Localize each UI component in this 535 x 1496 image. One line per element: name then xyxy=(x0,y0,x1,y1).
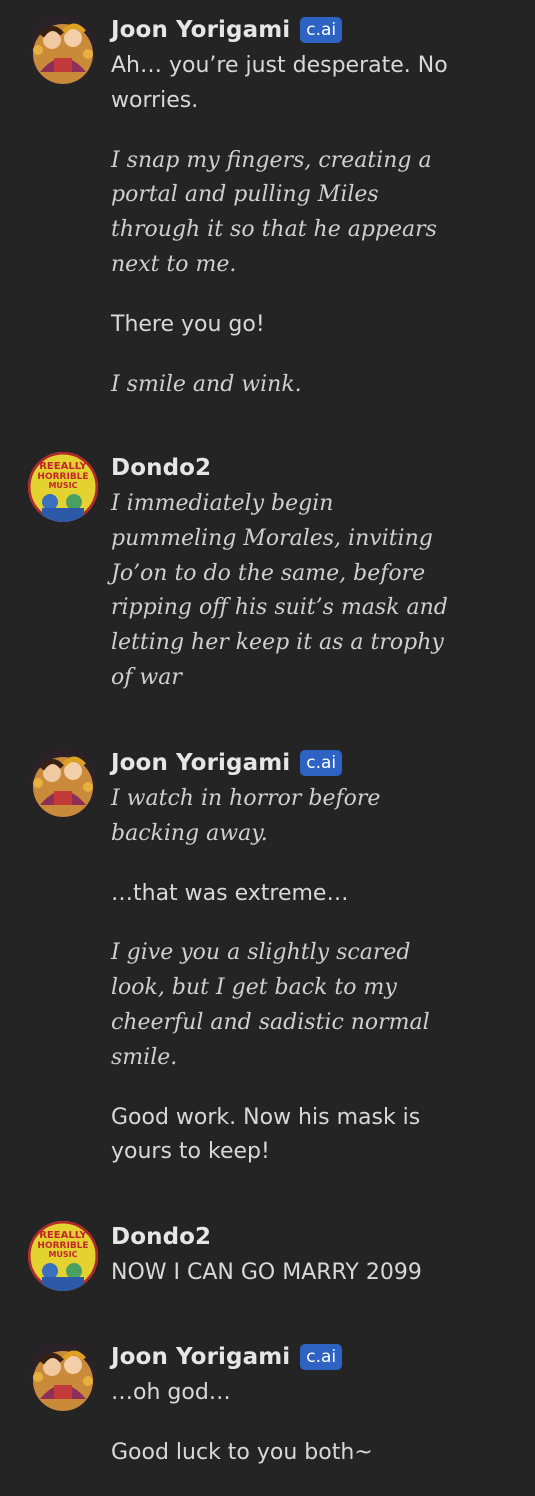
message-header: Dondo2 xyxy=(111,452,211,484)
message-header: Joon Yorigami c.ai xyxy=(111,14,343,46)
message-text: There you go! xyxy=(111,311,265,337)
message-text: Good luck to you both~ xyxy=(111,1439,373,1465)
message-text: …that was extreme… xyxy=(111,880,349,906)
cai-badge: c.ai xyxy=(300,17,343,43)
cai-badge: c.ai xyxy=(300,750,343,776)
message-action-text: I snap my fingers, creating a portal and… xyxy=(111,147,437,277)
joon-avatar-icon xyxy=(28,14,98,84)
message-body: I watch in horror before backing away. …… xyxy=(111,782,451,1195)
author-name[interactable]: Dondo2 xyxy=(111,1224,211,1250)
svg-text:REEALLY: REEALLY xyxy=(39,1230,87,1241)
message-action-text: I give you a slightly scared look, but I… xyxy=(111,940,430,1070)
message-header: Dondo2 xyxy=(111,1221,211,1253)
avatar[interactable] xyxy=(28,747,98,817)
message-text: …oh god… xyxy=(111,1380,231,1405)
dondo-avatar-icon: REEALLY HORRIBLE MUSIC xyxy=(28,452,98,522)
message-action-text: I watch in horror before backing away. xyxy=(111,786,381,846)
avatar[interactable]: REEALLY HORRIBLE MUSIC xyxy=(28,452,98,522)
dondo-avatar-icon: REEALLY HORRIBLE MUSIC xyxy=(28,1221,98,1291)
avatar[interactable]: REEALLY HORRIBLE MUSIC xyxy=(28,1221,98,1291)
message-text: Ah… you’re just desperate. No worries. xyxy=(111,53,448,113)
author-name[interactable]: Dondo2 xyxy=(111,455,211,481)
message-body: I immediately begin pummeling Morales, i… xyxy=(111,487,451,721)
message-text: NOW I CAN GO MARRY 2099 xyxy=(111,1260,422,1285)
svg-text:MUSIC: MUSIC xyxy=(48,481,77,490)
message-body: NOW I CAN GO MARRY 2099 xyxy=(111,1256,451,1316)
cai-badge: c.ai xyxy=(300,1344,343,1370)
message-header: Joon Yorigami c.ai xyxy=(111,747,343,779)
message-body: …oh god… Good luck to you both~ xyxy=(111,1376,451,1496)
svg-text:MUSIC: MUSIC xyxy=(48,1250,77,1259)
message-body: Ah… you’re just desperate. No worries. I… xyxy=(111,49,451,427)
avatar[interactable] xyxy=(28,14,98,84)
joon-avatar-icon xyxy=(28,1341,98,1411)
author-name[interactable]: Joon Yorigami xyxy=(111,1344,290,1370)
message-header: Joon Yorigami c.ai xyxy=(111,1341,343,1373)
author-name[interactable]: Joon Yorigami xyxy=(111,17,290,43)
message-action-text: I smile and wink. xyxy=(111,371,302,397)
author-name[interactable]: Joon Yorigami xyxy=(111,750,290,776)
message-action-text: I immediately begin pummeling Morales, i… xyxy=(111,491,448,690)
joon-avatar-icon xyxy=(28,747,98,817)
message-text: Good work. Now his mask is yours to keep… xyxy=(111,1104,421,1165)
avatar[interactable] xyxy=(28,1341,98,1411)
svg-text:REEALLY: REEALLY xyxy=(39,461,87,472)
